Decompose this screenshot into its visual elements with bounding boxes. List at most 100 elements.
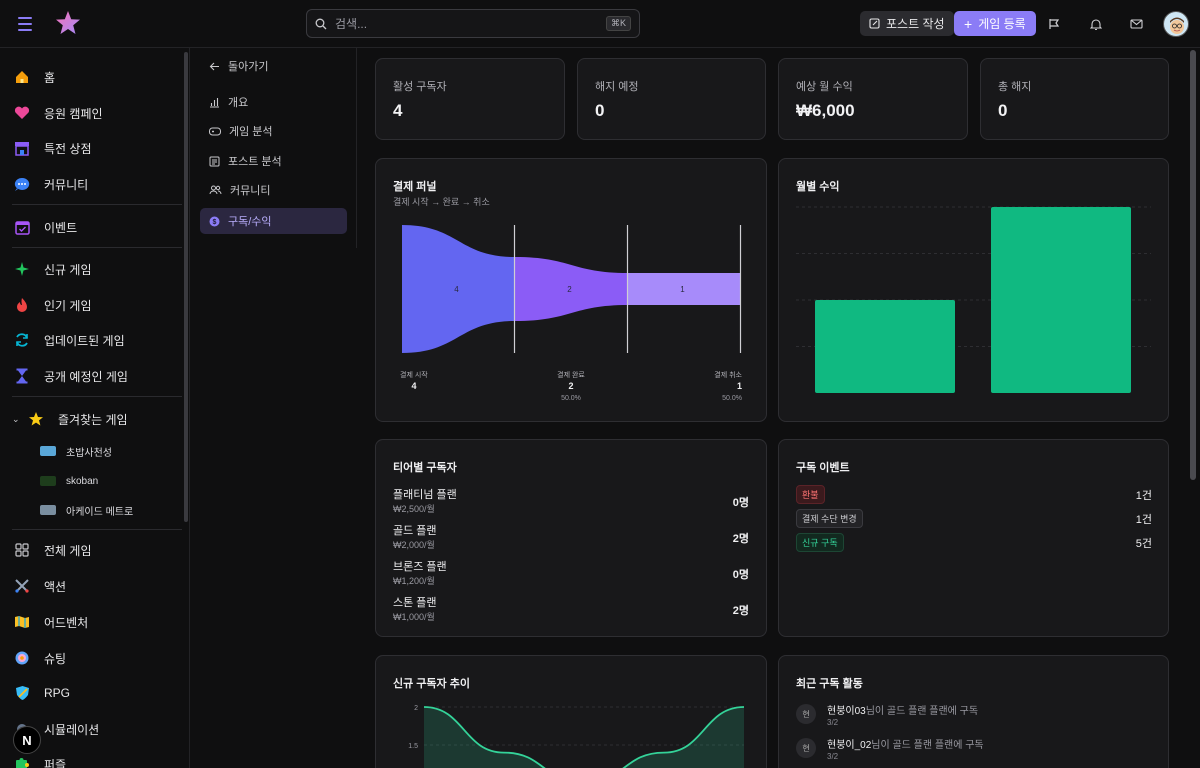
subnav-item-overview[interactable]: 개요 — [200, 89, 347, 115]
sidebar-item-label: RPG — [44, 686, 71, 700]
sidebar-scrollbar[interactable] — [184, 52, 188, 522]
subnav-item-community[interactable]: 커뮤니티 — [200, 177, 347, 203]
sidebar-item-events[interactable]: 이벤트 — [12, 212, 182, 242]
sidebar-item-home[interactable]: 홈 — [12, 62, 182, 92]
sidebar-item-label: 즐겨찾는 게임 — [58, 412, 128, 427]
card-title: 티어별 구독자 — [393, 462, 457, 474]
gamepad-icon — [209, 127, 221, 135]
top-bar: 검색... ⌘K 포스트 작성 + 게임 등록 — [0, 0, 1200, 48]
back-link[interactable]: 돌아가기 — [209, 58, 268, 74]
sidebar-item-label: 슈팅 — [44, 651, 67, 666]
avatar: 현 — [796, 704, 816, 724]
tier-price: ₩1,200/월 — [393, 576, 435, 586]
tier-row: 브론즈 플랜 ₩1,200/월 0명 — [393, 558, 749, 588]
sidebar-item-favorites[interactable]: ⌄ 즐겨찾는 게임 — [12, 404, 182, 434]
sidebar-item-label: 업데이트된 게임 — [44, 333, 125, 348]
monthly-revenue-chart — [796, 206, 1151, 393]
sidebar-item-new-games[interactable]: 신규 게임 — [12, 254, 182, 284]
map-icon — [12, 612, 32, 632]
new-subscribers-chart: 21.5 — [408, 705, 745, 768]
sidebar-item-adventure[interactable]: 어드벤처 — [12, 607, 182, 637]
chevron-down-icon: ⌄ — [12, 413, 20, 424]
sidebar-item-puzzle[interactable]: 퍼즐 — [12, 749, 182, 768]
write-post-label: 포스트 작성 — [886, 17, 945, 31]
subscription-events-card: 구독 이벤트 환불 1건 결제 수단 변경 1건 신규 구독 5건 — [778, 439, 1169, 637]
stat-value: 0 — [998, 101, 1008, 120]
logo-star-icon[interactable] — [54, 9, 82, 37]
recent-activity-card: 최근 구독 활동 현 현붕이03님이 골드 플랜 플랜에 구독 3/2 현 현붕… — [778, 655, 1169, 768]
sidebar-item-action[interactable]: 액션 — [12, 571, 182, 601]
sidebar-item-label: 어드벤처 — [44, 615, 89, 630]
sidebar-divider — [12, 247, 182, 248]
main-scrollbar[interactable] — [1190, 50, 1196, 480]
write-post-button[interactable]: 포스트 작성 — [860, 11, 954, 36]
favorite-game-label: 아케이드 메트로 — [66, 506, 134, 518]
funnel-stage-percent: 50.0% — [561, 395, 581, 402]
stat-label: 예상 월 수익 — [796, 81, 853, 93]
register-game-button[interactable]: + 게임 등록 — [954, 11, 1036, 36]
activity-user: 현붕이_02 — [827, 740, 872, 751]
subnav-item-game-analytics[interactable]: 게임 분석 — [200, 118, 347, 144]
activity-date: 3/2 — [827, 718, 839, 727]
refresh-icon — [12, 330, 32, 350]
activity-user: 현붕이03 — [827, 706, 866, 717]
favorite-game-item[interactable]: 초밥사천성 — [40, 439, 180, 463]
dashboard-subnav: 돌아가기 개요 게임 분석 포스트 분석 커뮤니티 $ 구독/수익 — [191, 48, 357, 248]
sidebar-item-upcoming-games[interactable]: 공개 예정인 게임 — [12, 361, 182, 391]
sidebar-item-campaign[interactable]: 응원 캠페인 — [12, 98, 182, 128]
sidebar-item-community[interactable]: 커뮤니티 — [12, 169, 182, 199]
subnav-item-subscription-revenue[interactable]: $ 구독/수익 — [200, 208, 347, 234]
sidebar-item-label: 시뮬레이션 — [44, 722, 100, 737]
document-icon — [209, 156, 220, 166]
monthly-revenue-card: 월별 수익 — [778, 158, 1169, 422]
subnav-item-post-analytics[interactable]: 포스트 분석 — [200, 148, 347, 174]
shield-icon — [12, 683, 32, 703]
funnel-stage-name: 결제 취소 — [714, 370, 742, 379]
funnel-stage-name: 결제 완료 — [557, 370, 585, 379]
favorite-game-item[interactable]: skoban — [40, 469, 180, 493]
search-input[interactable]: 검색... — [335, 15, 606, 32]
menu-icon[interactable] — [14, 13, 36, 35]
search-shortcut: ⌘K — [605, 16, 631, 31]
target-icon — [12, 648, 32, 668]
activity-message: 님이 골드 플랜 플랜에 구독 — [865, 706, 979, 717]
store-icon — [12, 138, 32, 158]
tier-name: 골드 플랜 — [393, 525, 437, 537]
flag-icon[interactable] — [1045, 15, 1063, 33]
sidebar-item-store[interactable]: 특전 상점 — [12, 133, 182, 163]
y-tick-label: 2 — [414, 705, 418, 712]
activity-date: 3/2 — [827, 752, 839, 761]
tier-price: ₩2,500/월 — [393, 504, 435, 514]
favorite-game-item[interactable]: 아케이드 메트로 — [40, 498, 180, 522]
heart-icon — [12, 103, 32, 123]
fire-icon — [12, 295, 32, 315]
stat-value: 0 — [595, 101, 605, 120]
user-avatar[interactable] — [1163, 11, 1189, 37]
sidebar-item-updated-games[interactable]: 업데이트된 게임 — [12, 325, 182, 355]
event-badge: 결제 수단 변경 — [796, 509, 863, 528]
sidebar-item-label: 홈 — [44, 70, 56, 85]
hourglass-icon — [12, 366, 32, 386]
funnel-stage-value: 1 — [737, 381, 742, 391]
sidebar-item-all-games[interactable]: 전체 게임 — [12, 535, 182, 565]
funnel-segment-label: 4 — [454, 285, 459, 294]
funnel-segment-label: 2 — [567, 285, 572, 294]
revenue-bar — [815, 300, 955, 393]
subnav-item-label: 포스트 분석 — [228, 156, 282, 168]
sidebar-item-rpg[interactable]: RPG — [12, 678, 182, 708]
sidebar-item-shooting[interactable]: 슈팅 — [12, 643, 182, 673]
stat-value: ₩6,000 — [796, 101, 855, 120]
bell-icon[interactable] — [1087, 15, 1105, 33]
funnel-stage-value: 4 — [411, 381, 416, 391]
sidebar-divider — [12, 396, 182, 397]
next-dev-badge[interactable]: N — [13, 726, 41, 754]
mail-icon[interactable] — [1127, 15, 1145, 33]
stat-label: 활성 구독자 — [393, 81, 447, 93]
search-box[interactable]: 검색... ⌘K — [306, 9, 640, 38]
card-title: 최근 구독 활동 — [796, 678, 863, 690]
card-title: 구독 이벤트 — [796, 462, 850, 474]
back-label: 돌아가기 — [228, 61, 269, 73]
sidebar-item-popular-games[interactable]: 인기 게임 — [12, 290, 182, 320]
sidebar-item-label: 인기 게임 — [44, 298, 92, 313]
tier-count: 0명 — [732, 569, 749, 581]
